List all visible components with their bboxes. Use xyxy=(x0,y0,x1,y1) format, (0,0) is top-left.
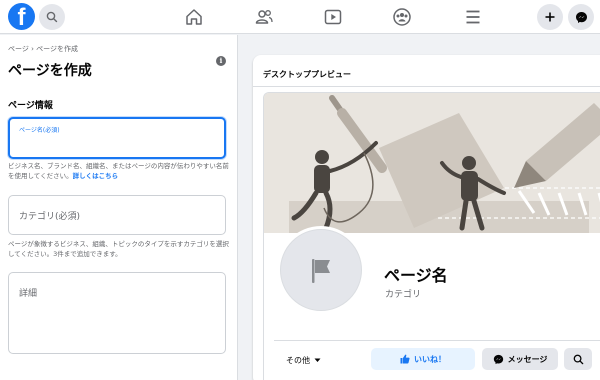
details-textarea[interactable]: 詳細 xyxy=(8,272,226,354)
page-name-help-text: ビジネス名、ブランド名、組織名、またはページの内容が伝わりやすい名前を使用してく… xyxy=(8,162,229,180)
nav-watch[interactable] xyxy=(321,5,345,29)
message-label: メッセージ xyxy=(507,354,548,364)
page-name-help: ビジネス名、ブランド名、組織名、またはページの内容が伝わりやすい名前を使用してく… xyxy=(8,161,230,181)
cover-art-image xyxy=(264,93,600,233)
category-placeholder: カテゴリ(必須) xyxy=(19,212,81,222)
details-placeholder: 詳細 xyxy=(19,289,38,299)
message-button[interactable]: メッセージ xyxy=(482,348,558,370)
nav-groups[interactable] xyxy=(390,5,414,29)
cover-illustration xyxy=(264,93,600,233)
profile-picture xyxy=(277,226,365,314)
thumbs-up-icon xyxy=(400,354,410,364)
messenger-icon xyxy=(575,11,587,23)
like-label: いいね！ xyxy=(414,354,446,364)
more-label: その他 xyxy=(286,356,310,365)
info-icon[interactable]: i xyxy=(216,56,226,66)
search-button[interactable] xyxy=(39,4,65,30)
page-search-button[interactable] xyxy=(564,348,592,370)
preview-divider xyxy=(253,86,600,87)
create-page-form-panel: ページ › ページを作成 ページを作成 i ページ情報 ページ名(必須) ビジネ… xyxy=(0,35,238,380)
friends-icon xyxy=(255,10,273,24)
learn-more-link[interactable]: 詳しくはこちら xyxy=(73,172,119,180)
search-icon xyxy=(46,11,58,23)
actions-divider xyxy=(274,340,600,341)
messenger-icon xyxy=(493,354,503,364)
messenger-button[interactable] xyxy=(568,4,594,30)
create-button[interactable] xyxy=(537,4,563,30)
page-name-input[interactable]: ページ名(必須) xyxy=(8,117,226,159)
top-navigation-bar: f xyxy=(0,0,600,34)
preview-category: カテゴリ xyxy=(385,290,422,300)
page-title: ページを作成 xyxy=(8,63,92,79)
breadcrumb[interactable]: ページ › ページを作成 xyxy=(8,44,78,54)
caret-down-icon xyxy=(314,358,321,362)
facebook-logo[interactable]: f xyxy=(8,3,35,30)
like-button[interactable]: いいね！ xyxy=(371,348,475,370)
watch-icon xyxy=(324,9,342,25)
preview-title: デスクトッププレビュー xyxy=(263,70,351,79)
nav-menu[interactable] xyxy=(461,5,485,29)
page-name-label: ページ名(必須) xyxy=(19,127,60,134)
home-icon xyxy=(186,9,202,25)
search-icon xyxy=(573,354,583,364)
page-preview: ページ名 カテゴリ その他 いいね！ メッセージ xyxy=(263,92,600,380)
more-dropdown[interactable]: その他 xyxy=(286,355,321,366)
nav-friends[interactable] xyxy=(252,5,276,29)
section-title-page-info: ページ情報 xyxy=(8,101,53,111)
plus-icon xyxy=(545,12,555,22)
desktop-preview-card: デスクトッププレビュー ページ名 カテゴリ その他 いいね！ メッセージ xyxy=(253,55,600,380)
menu-icon xyxy=(466,10,480,24)
category-input[interactable]: カテゴリ(必須) xyxy=(8,195,226,235)
profile-picture-placeholder xyxy=(280,229,362,311)
preview-page-name: ページ名 xyxy=(384,266,448,285)
category-help: ページが象徴するビジネス、組織、トピックのタイプを示すカテゴリを選択してください… xyxy=(8,240,229,258)
groups-icon xyxy=(393,8,411,26)
nav-home[interactable] xyxy=(182,5,206,29)
flag-icon xyxy=(312,259,330,283)
